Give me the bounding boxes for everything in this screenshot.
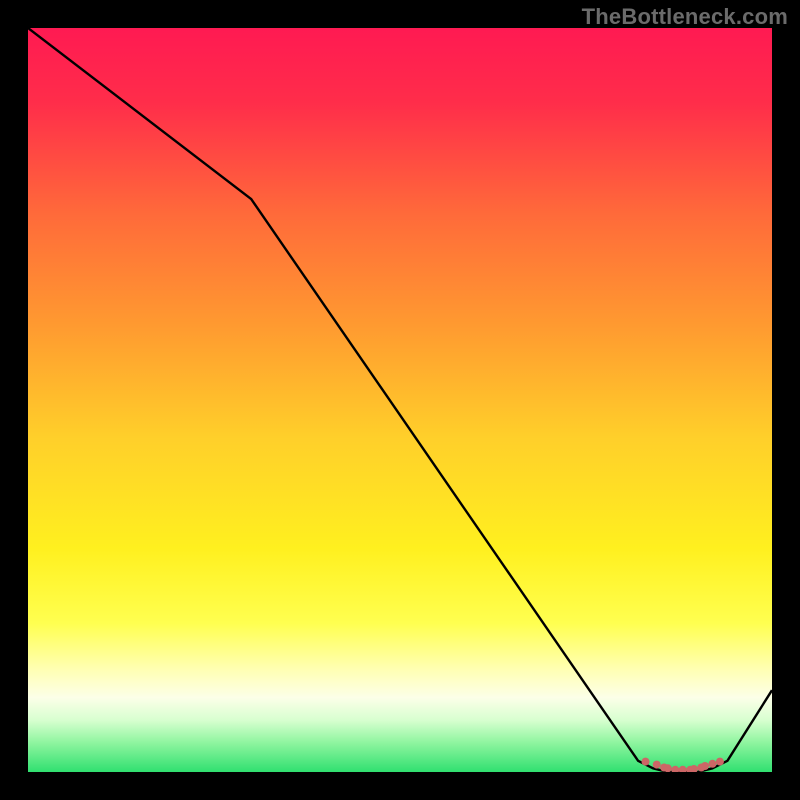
plot-area [28, 28, 772, 772]
marker-point [664, 764, 672, 772]
watermark-text: TheBottleneck.com [582, 4, 788, 30]
marker-point [653, 761, 661, 769]
marker-cluster [642, 758, 724, 772]
marker-point [642, 758, 650, 766]
main-curve [28, 28, 772, 772]
marker-point [701, 762, 709, 770]
marker-point [671, 766, 679, 772]
chart-frame: TheBottleneck.com [0, 0, 800, 800]
marker-point [679, 766, 687, 772]
marker-point [716, 758, 724, 766]
curve-layer [28, 28, 772, 772]
marker-point [709, 760, 717, 768]
